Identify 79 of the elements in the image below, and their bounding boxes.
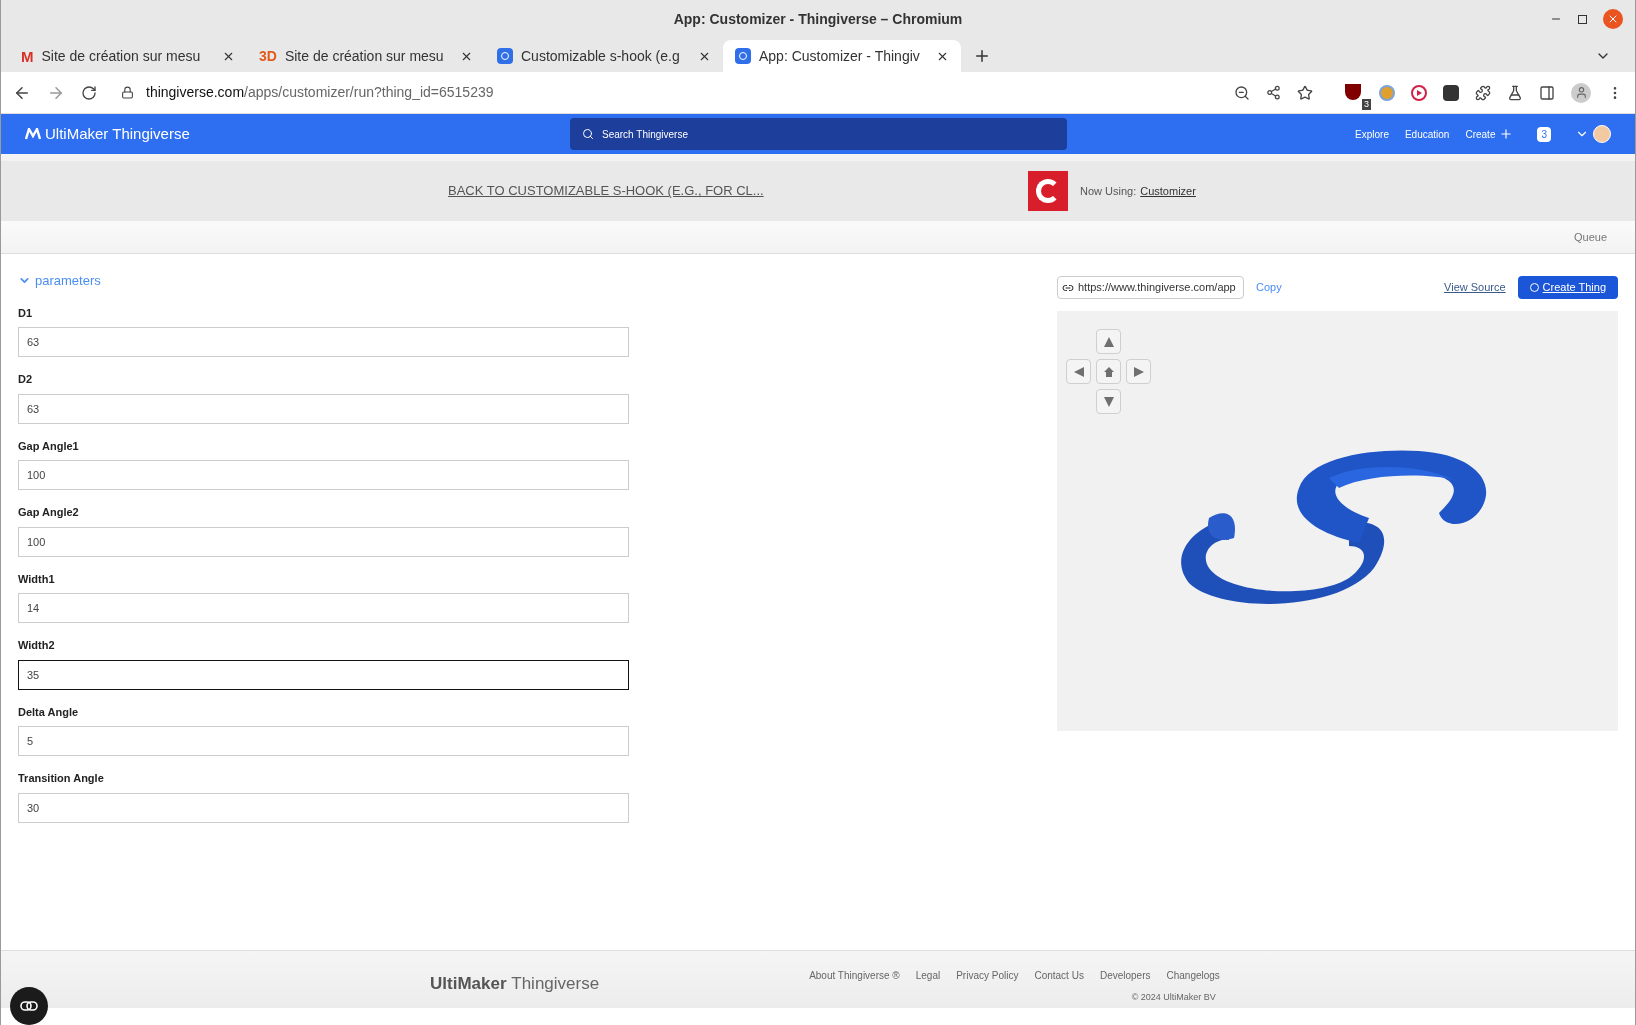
share-icon[interactable] (1266, 85, 1281, 100)
home-icon (1102, 365, 1115, 378)
tab-logo: M (21, 48, 34, 64)
queue-link[interactable]: Queue (1573, 228, 1607, 246)
field-label: D2 (18, 372, 34, 387)
lock-icon (121, 86, 134, 99)
field-label: Width2 (18, 638, 56, 653)
extension-badge: 3 (1362, 98, 1371, 110)
reload-icon[interactable] (81, 84, 97, 101)
pan-button[interactable] (1126, 359, 1151, 384)
footer-link[interactable]: Developers (1099, 968, 1151, 983)
now-using-label: Now Using: (1080, 183, 1137, 199)
arrow-up-icon (1102, 335, 1115, 348)
link-icon (20, 1001, 38, 1011)
site-brand[interactable]: UltiMaker Thingiverse (45, 122, 190, 146)
logo-icon (25, 128, 41, 140)
shield-extension-icon[interactable] (1345, 83, 1361, 100)
home-view-button[interactable] (1096, 359, 1121, 384)
new-tab-icon[interactable] (973, 47, 991, 65)
parameter-input[interactable]: 14 (18, 593, 629, 623)
browser-tab[interactable]: 3D Site de création sur mesu (247, 40, 485, 72)
footer-link[interactable]: Changelogs (1166, 968, 1220, 983)
tab-logo: 3D (259, 49, 277, 63)
search-icon (582, 128, 594, 140)
parameter-input[interactable]: 63 (18, 327, 629, 357)
parameter-input[interactable]: 100 (18, 460, 629, 490)
close-button[interactable] (1603, 9, 1623, 29)
arrow-left-icon (1072, 365, 1085, 378)
parameter-input[interactable]: 100 (18, 526, 629, 557)
back-link[interactable]: BACK TO CUSTOMIZABLE S-HOOK (E.G., FOR CL... (448, 181, 1028, 201)
parameter-input[interactable]: 35 (18, 659, 629, 690)
close-icon (1607, 13, 1619, 25)
url-text: thingiverse.com/apps/customizer/run?thing_id=6515239 (146, 83, 494, 102)
create-plus-icon[interactable] (1499, 127, 1514, 141)
square-extension-icon[interactable] (1443, 84, 1459, 101)
pan-button[interactable] (1096, 389, 1121, 414)
nav-link[interactable]: Create (1465, 126, 1496, 142)
profile-avatar[interactable] (1571, 82, 1591, 103)
field-label: Gap Angle1 (18, 438, 80, 454)
field-label: Width1 (18, 571, 56, 587)
window-title: App: Customizer - Thingiverse – Chromium (673, 9, 963, 29)
arrow-right-icon (1132, 365, 1145, 378)
field-label: Delta Angle (18, 704, 80, 720)
side-panel-icon[interactable] (1539, 84, 1555, 101)
search-field[interactable]: Search Thingiverse (570, 118, 1067, 150)
play-extension-icon[interactable] (1411, 84, 1427, 101)
copyright-text: © 2024 UltiMaker BV (1131, 991, 1216, 1004)
customizer-logo (1028, 171, 1068, 211)
footer-link[interactable]: Contact Us (1034, 968, 1084, 983)
arrow-down-icon (1102, 395, 1115, 408)
zoom-out-icon[interactable] (1234, 84, 1250, 101)
field-label: Transition Angle (18, 771, 105, 786)
extensions-icon[interactable] (1475, 84, 1491, 101)
footer-link[interactable]: About Thingiverse ® (809, 968, 900, 983)
parameter-input[interactable]: 63 (18, 393, 629, 424)
parameter-input[interactable]: 30 (18, 792, 629, 823)
pan-button[interactable] (1096, 329, 1121, 354)
bookmark-star-icon[interactable] (1297, 84, 1313, 101)
user-avatar[interactable] (1593, 125, 1611, 143)
browser-tab[interactable]: App: Customizer - Thingiv (723, 40, 961, 72)
footer-link[interactable]: Legal (915, 968, 941, 983)
field-label: Gap Angle2 (18, 505, 80, 520)
footer-brand: UltiMaker Thingiverse (430, 973, 600, 995)
flask-icon[interactable] (1507, 84, 1523, 101)
create-thing-button[interactable]: Create Thing (1517, 276, 1618, 299)
nav-link[interactable]: Education (1404, 126, 1450, 142)
chat-widget-button[interactable] (10, 987, 48, 1025)
customizer-link[interactable]: Customizer (1140, 182, 1196, 200)
parameter-input[interactable]: 5 (18, 726, 629, 756)
browser-tab[interactable]: Customizable s-hook (e.g (485, 40, 723, 72)
nav-link[interactable]: Explore (1355, 126, 1389, 142)
browser-tab[interactable]: M Site de création sur mesu (9, 40, 247, 72)
notification-count[interactable]: 3 (1537, 126, 1551, 142)
share-url-field[interactable]: https://www.thingiverse.com/app (1057, 276, 1244, 299)
view-source-link[interactable]: View Source (1444, 279, 1506, 296)
restore-icon[interactable] (1578, 14, 1587, 24)
field-label: D1 (18, 305, 34, 321)
pan-button[interactable] (1066, 359, 1091, 384)
footer-link[interactable]: Privacy Policy (956, 968, 1019, 983)
